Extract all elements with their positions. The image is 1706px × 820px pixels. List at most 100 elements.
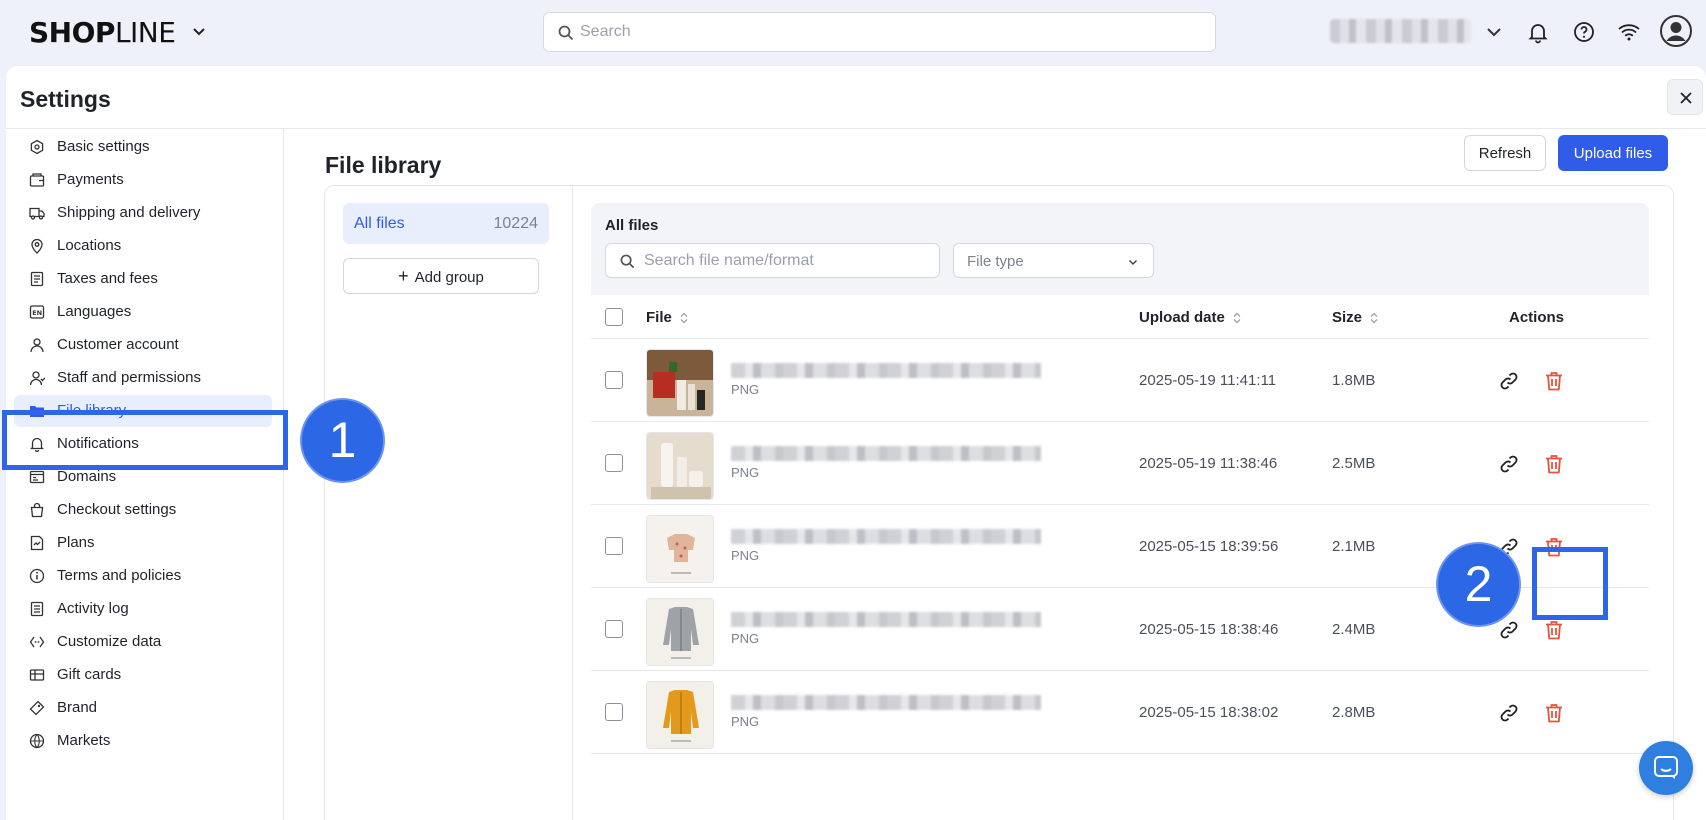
chat-support-button[interactable] (1639, 741, 1693, 795)
plus-icon: + (398, 265, 409, 286)
column-file[interactable]: File (646, 309, 688, 326)
upload-date: 2025-05-15 18:38:46 (1139, 621, 1279, 638)
sidebar-item-locations[interactable]: Locations (14, 230, 272, 262)
trash-icon[interactable] (1543, 619, 1565, 641)
file-size: 2.1MB (1332, 538, 1376, 555)
group-all-files[interactable]: All files 10224 (343, 203, 549, 244)
settings-sidebar: Basic settings Payments Shipping and del… (6, 129, 284, 820)
sidebar-item-taxes[interactable]: Taxes and fees (14, 263, 272, 295)
row-checkbox[interactable] (605, 620, 623, 638)
file-thumbnail[interactable] (646, 681, 714, 749)
column-size[interactable]: Size (1332, 309, 1378, 326)
file-name-blurred (731, 612, 1041, 627)
sidebar-item-shipping[interactable]: Shipping and delivery (14, 197, 272, 229)
file-library-card: All files 10224 + Add group All files Fil… (324, 185, 1674, 820)
sort-icon (1370, 312, 1378, 324)
sidebar-item-customer-account[interactable]: Customer account (14, 329, 272, 361)
chevron-down-icon[interactable] (190, 22, 208, 40)
file-type-select[interactable]: File type (953, 243, 1154, 278)
file-size: 1.8MB (1332, 372, 1376, 389)
sidebar-item-activity-log[interactable]: Activity log (14, 593, 272, 625)
sidebar-item-label: Markets (57, 732, 111, 749)
file-format: PNG (731, 465, 760, 480)
sidebar-item-staff[interactable]: Staff and permissions (14, 362, 272, 394)
sidebar-item-plans[interactable]: Plans (14, 527, 272, 559)
sidebar-item-basic-settings[interactable]: Basic settings (14, 131, 272, 163)
help-icon[interactable] (1572, 20, 1596, 44)
file-thumbnail[interactable] (646, 432, 714, 500)
info-icon (29, 568, 45, 584)
code-icon (29, 636, 45, 648)
column-actions: Actions (1509, 309, 1565, 326)
copy-link-icon[interactable] (1498, 370, 1520, 392)
close-settings-button[interactable] (1667, 79, 1703, 115)
sidebar-item-customize-data[interactable]: Customize data (14, 626, 272, 658)
file-search-input[interactable] (644, 244, 934, 277)
trash-icon[interactable] (1543, 370, 1565, 392)
language-icon: EN (29, 305, 45, 319)
staff-icon (29, 371, 45, 386)
chevron-down-icon[interactable] (1482, 20, 1506, 44)
files-toolbar: All files File type (591, 203, 1649, 295)
column-upload-date[interactable]: Upload date (1139, 309, 1241, 326)
select-all-checkbox[interactable] (605, 308, 623, 326)
file-thumbnail[interactable] (646, 598, 714, 666)
truck-icon (29, 207, 45, 220)
white-bottles-image (647, 433, 713, 499)
refresh-button[interactable]: Refresh (1464, 135, 1546, 171)
column-label: File (646, 309, 672, 326)
table-header: File Upload date Size Actions (591, 295, 1649, 339)
sidebar-item-payments[interactable]: Payments (14, 164, 272, 196)
column-label: Size (1332, 309, 1363, 326)
file-thumbnail[interactable] (646, 515, 714, 583)
sidebar-item-label: Checkout settings (57, 501, 177, 518)
copy-link-icon[interactable] (1498, 453, 1520, 475)
sidebar-item-label: Customize data (57, 633, 162, 650)
file-thumbnail[interactable] (646, 349, 714, 417)
copy-link-icon[interactable] (1498, 702, 1520, 724)
user-icon (30, 338, 44, 353)
sidebar-item-label: Shipping and delivery (57, 204, 201, 221)
sidebar-item-checkout[interactable]: Checkout settings (14, 494, 272, 526)
bell-icon[interactable] (1526, 20, 1550, 44)
global-search[interactable] (543, 12, 1216, 52)
sidebar-item-label: Locations (57, 237, 122, 254)
sidebar-item-gift-cards[interactable]: Gift cards (14, 659, 272, 691)
trash-icon[interactable] (1543, 702, 1565, 724)
upload-files-button[interactable]: Upload files (1558, 135, 1668, 171)
table-row[interactable]: PNG 2025-05-15 18:38:02 2.8MB (591, 671, 1649, 754)
row-checkbox[interactable] (605, 371, 623, 389)
gift-card-icon (29, 669, 45, 681)
table-row[interactable]: PNG 2025-05-19 11:38:46 2.5MB (591, 422, 1649, 505)
sidebar-item-languages[interactable]: EN Languages (14, 296, 272, 328)
file-format: PNG (731, 714, 760, 729)
sidebar-item-label: Staff and permissions (57, 369, 201, 386)
shopline-logo[interactable]: SHOPLINE (29, 16, 176, 49)
svg-text:EN: EN (32, 309, 42, 317)
file-name-blurred (731, 363, 1041, 378)
row-checkbox[interactable] (605, 537, 623, 555)
global-search-input[interactable] (580, 13, 1200, 51)
row-checkbox[interactable] (605, 703, 623, 721)
row-checkbox[interactable] (605, 454, 623, 472)
sidebar-item-terms[interactable]: Terms and policies (14, 560, 272, 592)
file-name-blurred (731, 529, 1041, 544)
user-avatar-icon[interactable] (1660, 15, 1692, 47)
file-search[interactable] (605, 243, 940, 278)
logo-bold: SHOP (29, 16, 115, 49)
file-format: PNG (731, 631, 760, 646)
sidebar-item-markets[interactable]: Markets (14, 725, 272, 757)
copy-link-icon[interactable] (1498, 619, 1520, 641)
gear-hex-icon (30, 139, 44, 155)
account-name-blurred[interactable] (1330, 19, 1471, 43)
trash-icon[interactable] (1543, 453, 1565, 475)
sidebar-item-brand[interactable]: Brand (14, 692, 272, 724)
highlight-box-delete (1532, 547, 1608, 620)
page-title: File library (325, 152, 442, 178)
globe-icon (29, 733, 45, 749)
wifi-icon[interactable] (1617, 20, 1641, 44)
brand-icon (29, 700, 45, 716)
add-group-button[interactable]: + Add group (343, 258, 539, 294)
sidebar-item-label: Taxes and fees (57, 270, 158, 287)
table-row[interactable]: PNG 2025-05-19 11:41:11 1.8MB (591, 339, 1649, 422)
